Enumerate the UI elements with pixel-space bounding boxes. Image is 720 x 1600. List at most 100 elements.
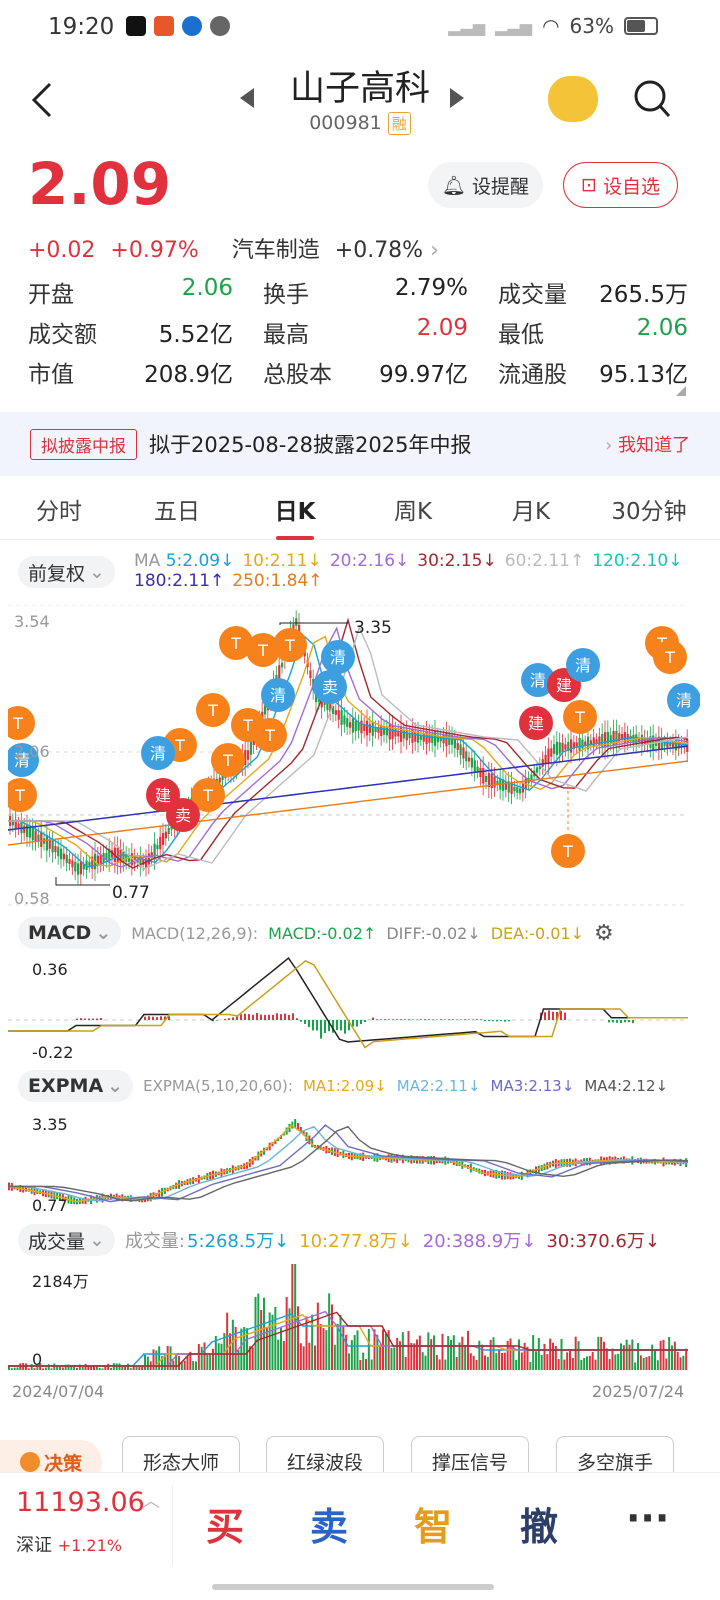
expma-ma3: MA3:2.13↓ <box>490 1077 575 1095</box>
candle-body <box>422 733 425 742</box>
volume-bar <box>319 1323 322 1370</box>
macd-bar <box>344 1020 346 1034</box>
macd-bar <box>320 1020 322 1039</box>
sell-button[interactable]: 卖 <box>310 1496 348 1551</box>
candle-body <box>249 740 253 755</box>
macd-bar <box>552 1011 554 1020</box>
macd-bar <box>632 1020 634 1024</box>
macd-bar <box>452 1019 454 1020</box>
tab-30min[interactable]: 30分钟 <box>590 492 708 526</box>
adjust-selector[interactable]: 前复权 ⌄ <box>18 556 115 588</box>
tiktok-icon <box>126 16 146 36</box>
volume-selector[interactable]: 成交量 ⌄ <box>18 1224 115 1256</box>
set-alert-button[interactable]: 🔔︎ 设提醒 <box>428 162 543 208</box>
candle-body <box>346 718 349 727</box>
chevron-right-icon: › <box>605 435 618 456</box>
search-icon[interactable] <box>632 78 672 122</box>
volume-bar <box>226 1312 229 1370</box>
volume-bar <box>557 1359 560 1370</box>
volume-bar <box>42 1368 44 1370</box>
macd-bar <box>268 1014 270 1020</box>
more-button[interactable]: ··· <box>626 1496 669 1540</box>
tab-monthly-k[interactable]: 月K <box>472 492 590 526</box>
notification-icons <box>126 16 230 36</box>
stat-cell: 最低 2.06 <box>498 315 688 349</box>
high-marker: 3.35 <box>354 618 392 638</box>
volume-bar <box>316 1302 319 1370</box>
add-favorite-button[interactable]: ⊡ 设自选 <box>563 162 678 208</box>
macd-bar <box>500 1020 502 1022</box>
tab-intraday[interactable]: 分时 <box>0 492 118 526</box>
volume-bar <box>549 1338 552 1370</box>
macd-bar <box>252 1014 254 1020</box>
volume-bar <box>475 1359 478 1370</box>
volume-bar <box>441 1333 444 1370</box>
index-value[interactable]: 11193.06 <box>16 1487 145 1518</box>
candle-body <box>456 743 459 750</box>
macd-bar <box>464 1019 466 1020</box>
svg-text:T: T <box>174 736 185 755</box>
volume-bar <box>98 1367 101 1370</box>
candle-body <box>558 742 561 754</box>
candle-body <box>68 859 71 864</box>
svg-text:建: 建 <box>155 786 171 805</box>
volume-bar <box>659 1340 662 1370</box>
volume-bar <box>107 1363 110 1370</box>
divider <box>172 1485 173 1565</box>
macd-bar <box>624 1020 626 1023</box>
notice-dismiss[interactable]: › 我知道了 <box>605 431 690 457</box>
volume-bar <box>671 1345 673 1370</box>
candle-body <box>578 737 581 752</box>
macd-bar <box>400 1019 402 1020</box>
home-indicator <box>212 1584 494 1590</box>
expma-chart[interactable] <box>8 1108 700 1218</box>
chevron-right-icon[interactable]: › <box>430 238 439 263</box>
buy-button[interactable]: 买 <box>206 1496 244 1551</box>
macd-selector[interactable]: MACD ⌄ <box>18 917 122 949</box>
chevron-up-icon[interactable]: ︿ <box>142 1487 160 1513</box>
settings-icon[interactable]: ⚙ <box>594 921 614 946</box>
low-leader <box>55 877 110 886</box>
macd-bar <box>548 1010 550 1020</box>
svg-text:清: 清 <box>270 686 286 705</box>
volume-bar <box>433 1335 435 1370</box>
volume-bar <box>552 1342 554 1370</box>
expma-selector[interactable]: EXPMA ⌄ <box>18 1070 134 1102</box>
macd-bar <box>336 1020 338 1031</box>
macd-bar <box>236 1016 238 1020</box>
stat-value: 2.06 <box>636 315 688 341</box>
volume-bar <box>81 1367 84 1370</box>
candlestick-chart[interactable]: TTT清清卖TT清T建卖T清T清建清建TTTT清TTT <box>8 605 700 915</box>
volume-bar <box>563 1359 566 1370</box>
volume-chart[interactable] <box>8 1262 700 1374</box>
macd-chart[interactable] <box>8 955 700 1065</box>
tab-daily-k[interactable]: 日K <box>236 492 354 540</box>
stat-cell: 最高 2.09 <box>263 315 498 349</box>
candle-body <box>54 845 57 853</box>
tab-five-day[interactable]: 五日 <box>118 492 236 526</box>
mascot-icon[interactable] <box>548 76 598 122</box>
macd-dea: DEA:-0.01↓ <box>490 923 585 943</box>
volume-bar <box>350 1340 353 1370</box>
volume-bar <box>424 1355 427 1370</box>
trade-marker: T <box>211 743 245 777</box>
sector-link[interactable]: 汽车制造 <box>232 238 320 263</box>
volume-bar <box>27 1368 30 1370</box>
candle-body <box>31 828 34 841</box>
candle-body <box>536 767 539 773</box>
smart-button[interactable]: 智 <box>414 1496 452 1551</box>
cancel-button[interactable]: 撤 <box>520 1496 558 1551</box>
trade-marker: 建 <box>519 706 553 740</box>
volume-bar <box>450 1339 452 1370</box>
volume-bar <box>362 1352 365 1370</box>
volume-bar <box>529 1361 532 1370</box>
expand-corner-icon[interactable] <box>676 386 686 396</box>
volume-bar <box>203 1342 206 1370</box>
volume-bar <box>472 1355 475 1370</box>
tab-weekly-k[interactable]: 周K <box>354 492 472 526</box>
macd-diff: DIFF:-0.02↓ <box>386 923 481 943</box>
volume-bar <box>345 1334 348 1370</box>
candle-body <box>74 861 77 872</box>
candle-body <box>482 767 485 784</box>
volume-bar <box>668 1337 671 1370</box>
